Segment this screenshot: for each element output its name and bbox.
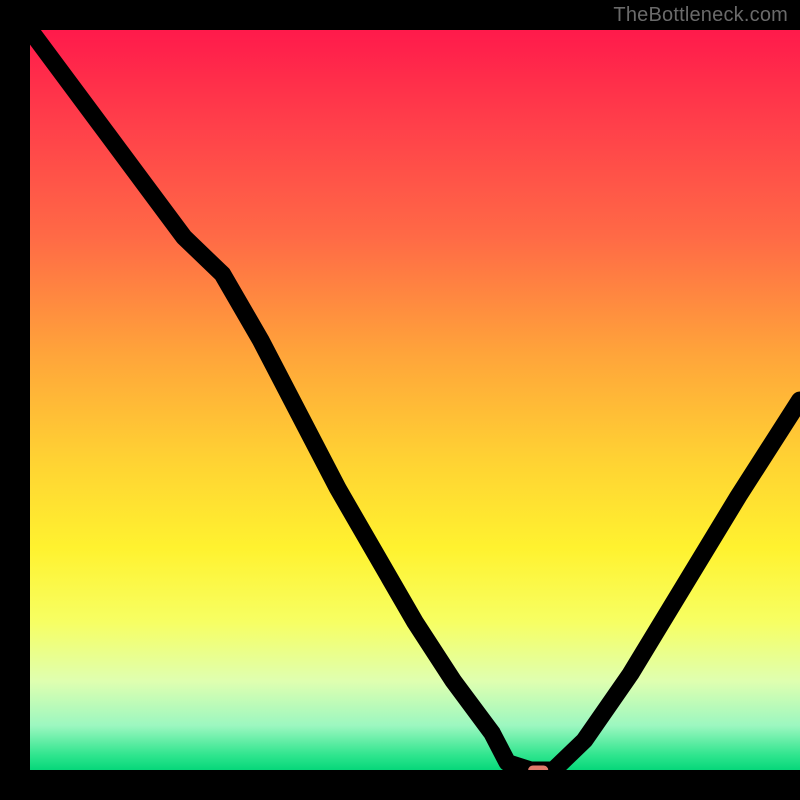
plot-area xyxy=(30,30,800,770)
bottleneck-curve xyxy=(30,30,800,770)
chart-frame: TheBottleneck.com xyxy=(0,0,800,800)
watermark-text: TheBottleneck.com xyxy=(613,4,788,27)
selected-point-marker xyxy=(528,766,548,770)
plot-svg xyxy=(30,30,800,770)
